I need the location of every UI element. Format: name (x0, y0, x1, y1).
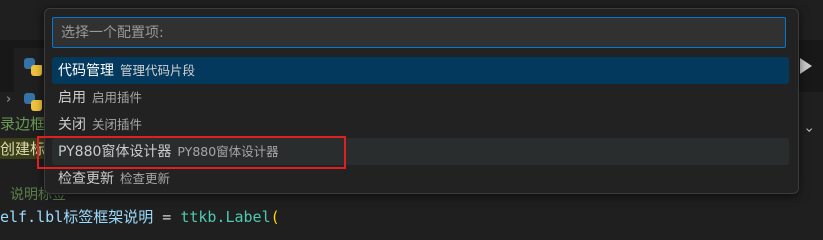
item-description: 检查更新 (120, 171, 171, 186)
item-description: 启用插件 (92, 90, 143, 105)
quick-pick-item-enable[interactable]: 启用 启用插件 (52, 84, 789, 111)
python-file-icon (24, 58, 42, 76)
editor-tab-active[interactable] (14, 48, 48, 92)
item-label: 关闭 (58, 117, 86, 133)
code-paren: ( (270, 208, 280, 226)
code-line-fragment: 录边框 (0, 115, 46, 133)
item-label: 检查更新 (58, 171, 114, 187)
chevron-icon[interactable]: › (801, 127, 817, 133)
code-line-fragment: 创建标 (0, 138, 48, 159)
code-variable: elf.lbl标签框架说明 (0, 208, 154, 226)
breadcrumb-chevron-icon: › (6, 92, 12, 107)
item-description: 关闭插件 (92, 117, 143, 132)
quick-pick-item-form-designer[interactable]: PY880窗体设计器 PY880窗体设计器 (52, 138, 789, 165)
code-line: elf.lbl标签框架说明 = ttkb.Label( (0, 206, 280, 227)
quick-pick-item-code-manage[interactable]: 代码管理 管理代码片段 (52, 57, 789, 84)
code-operator: = (153, 208, 181, 226)
run-icon[interactable] (800, 58, 812, 74)
item-label: 启用 (58, 90, 86, 106)
python-file-icon (24, 93, 42, 111)
quick-pick-input[interactable] (52, 17, 786, 48)
item-description: 管理代码片段 (120, 63, 196, 78)
quick-pick-item-disable[interactable]: 关闭 关闭插件 (52, 111, 789, 138)
item-label: PY880窗体设计器 (58, 144, 172, 160)
quick-pick-list: 代码管理 管理代码片段 启用 启用插件 关闭 关闭插件 PY880窗体设计器 PY880… (52, 57, 789, 192)
code-class: ttkb.Label (180, 208, 271, 226)
item-label: 代码管理 (58, 63, 114, 79)
item-description: PY880窗体设计器 (177, 144, 279, 159)
quick-pick-item-check-update[interactable]: 检查更新 检查更新 (52, 165, 789, 192)
quick-pick-dialog: 代码管理管理代码片段 启用启用插件 关闭关闭插件 PY880窗体设计器PY880… (44, 8, 799, 194)
